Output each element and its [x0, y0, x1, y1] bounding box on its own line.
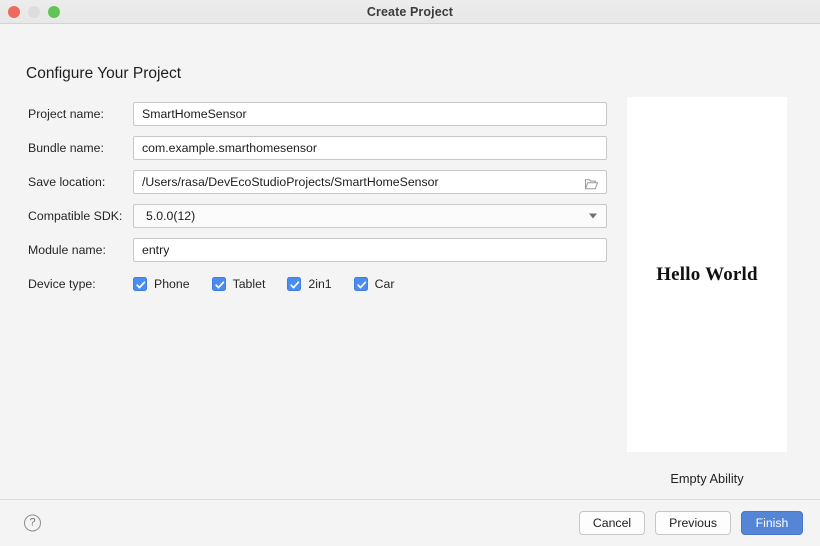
save-location-value: /Users/rasa/DevEcoStudioProjects/SmartHo… — [142, 174, 439, 189]
template-preview: Hello World Empty Ability — [627, 97, 787, 486]
form-row-device-type: Device type: Phone Tablet 2in1 Car — [28, 270, 608, 297]
device-option-tablet-label: Tablet — [232, 276, 266, 291]
finish-button[interactable]: Finish — [741, 511, 803, 535]
preview-device-screen: Hello World — [627, 97, 787, 452]
device-option-2in1[interactable]: 2in1 — [287, 276, 332, 291]
bundle-name-value: com.example.smarthomesensor — [142, 140, 317, 155]
window-title: Create Project — [366, 4, 454, 19]
window-titlebar: Create Project — [0, 0, 820, 24]
device-type-options: Phone Tablet 2in1 Car — [133, 276, 416, 291]
traffic-lights — [8, 0, 60, 23]
device-option-phone-label: Phone — [154, 276, 190, 291]
bundle-name-input[interactable]: com.example.smarthomesensor — [133, 135, 607, 160]
device-option-tablet[interactable]: Tablet — [211, 276, 266, 291]
form-row-save-location: Save location: /Users/rasa/DevEcoStudioP… — [28, 168, 608, 195]
form-row-compatible-sdk: Compatible SDK: 5.0.0(12) — [28, 202, 608, 229]
folder-browse-icon[interactable] — [584, 176, 599, 189]
project-name-label: Project name: — [28, 106, 104, 121]
preview-screen-text: Hello World — [656, 263, 758, 285]
compatible-sdk-select[interactable]: 5.0.0(12) — [133, 203, 607, 228]
minimize-window-icon[interactable] — [28, 5, 40, 18]
previous-button[interactable]: Previous — [655, 511, 731, 535]
checkbox-checked-icon[interactable] — [211, 276, 226, 291]
cancel-button[interactable]: Cancel — [578, 511, 646, 535]
close-window-icon[interactable] — [8, 5, 20, 18]
module-name-value: entry — [142, 242, 170, 257]
form-row-bundle-name: Bundle name: com.example.smarthomesensor — [28, 134, 608, 161]
save-location-label: Save location: — [28, 174, 106, 189]
form-row-project-name: Project name: SmartHomeSensor — [28, 100, 608, 127]
module-name-input[interactable]: entry — [133, 237, 607, 262]
create-project-dialog: Create Project Configure Your Project Pr… — [0, 0, 820, 546]
help-icon[interactable]: ? — [24, 514, 41, 532]
device-option-car-label: Car — [374, 276, 395, 291]
checkbox-checked-icon[interactable] — [353, 276, 368, 291]
compatible-sdk-label: Compatible SDK: — [28, 208, 123, 223]
device-type-label: Device type: — [28, 276, 96, 291]
project-name-value: SmartHomeSensor — [142, 106, 247, 121]
form-row-module-name: Module name: entry — [28, 236, 608, 263]
dialog-body: Configure Your Project Project name: Sma… — [0, 24, 820, 499]
page-title: Configure Your Project — [26, 65, 182, 82]
footer-buttons: Cancel Previous Finish — [578, 511, 803, 535]
project-name-input[interactable]: SmartHomeSensor — [133, 101, 607, 126]
dialog-footer: ? Cancel Previous Finish — [0, 499, 820, 546]
checkbox-checked-icon[interactable] — [133, 276, 147, 291]
project-config-form: Project name: SmartHomeSensor Bundle nam… — [28, 100, 608, 304]
maximize-window-icon[interactable] — [48, 5, 60, 18]
bundle-name-label: Bundle name: — [28, 140, 104, 155]
compatible-sdk-value: 5.0.0(12) — [146, 208, 196, 223]
checkbox-checked-icon[interactable] — [287, 276, 302, 291]
device-option-phone[interactable]: Phone — [133, 276, 190, 291]
module-name-label: Module name: — [28, 242, 106, 257]
preview-caption: Empty Ability — [670, 471, 744, 486]
chevron-down-icon[interactable] — [589, 213, 597, 218]
device-option-2in1-label: 2in1 — [308, 276, 332, 291]
device-option-car[interactable]: Car — [353, 276, 395, 291]
save-location-input[interactable]: /Users/rasa/DevEcoStudioProjects/SmartHo… — [133, 169, 607, 194]
